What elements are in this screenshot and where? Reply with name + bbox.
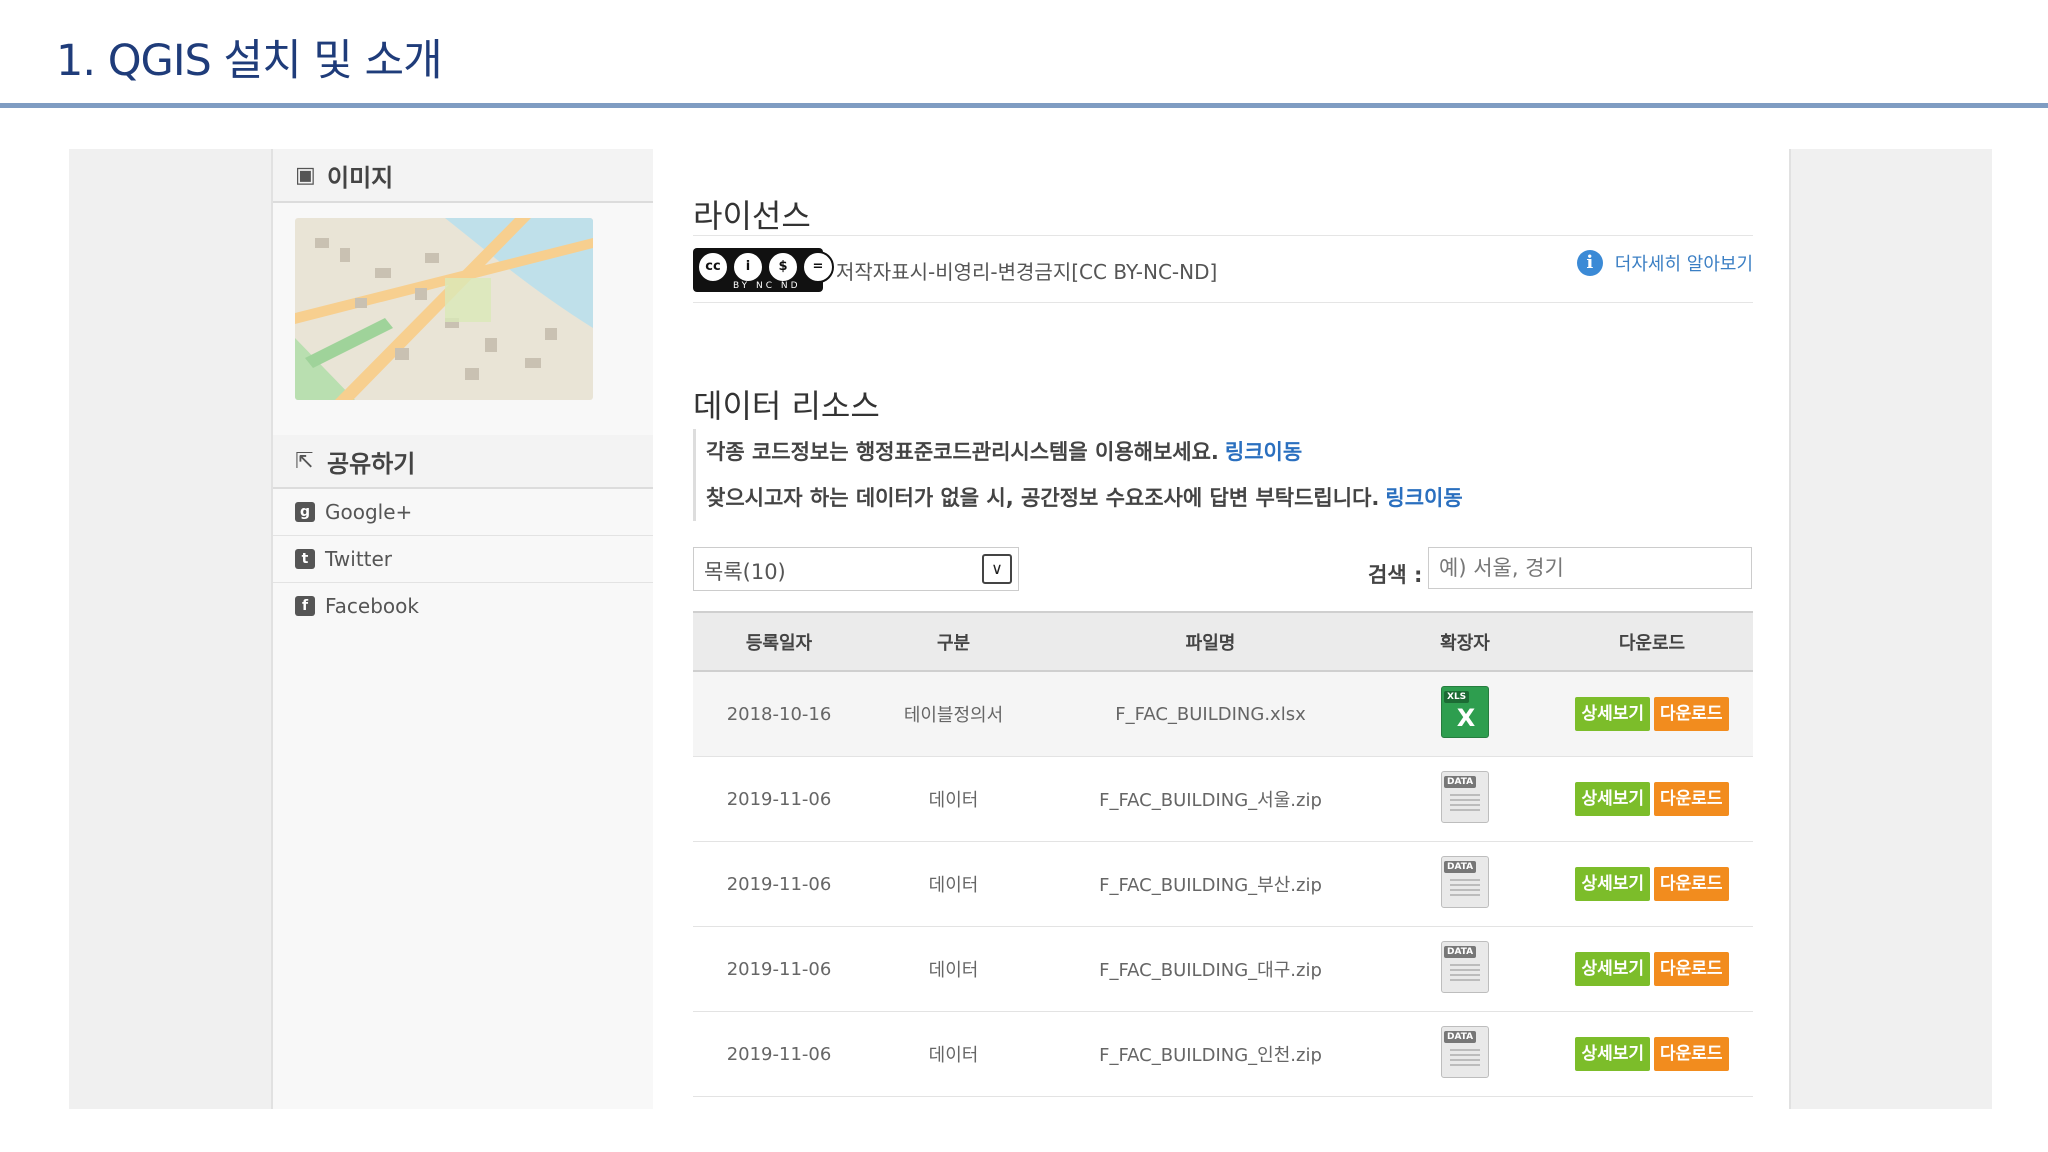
cc-license-badge[interactable]: cc i $ = BY NC ND <box>693 248 834 292</box>
nd-icon: = <box>802 251 834 283</box>
title-divider <box>0 103 2048 108</box>
license-text: 저작자표시-비영리-변경금지[CC BY-NC-ND] <box>836 260 1218 284</box>
table-row: 2019-11-06 데이터 F_FAC_BUILDING_부산.zip DAT… <box>693 841 1753 927</box>
share-item-label: Facebook <box>325 594 419 618</box>
data-file-icon: DATA <box>1441 855 1489 908</box>
notice-line-1: 각종 코드정보는 행정표준코드관리시스템을 이용해보세요. 링크이동 <box>706 440 1303 464</box>
slide-title: 1. QGIS 설치 및 소개 <box>56 36 443 86</box>
share-item-label: Google+ <box>325 500 413 524</box>
download-button[interactable]: 다운로드 <box>1654 782 1729 816</box>
resources-title: 데이터 리소스 <box>693 387 880 425</box>
page-size-select[interactable]: 목록(10) ∨ <box>693 547 1019 591</box>
row-date: 2019-11-06 <box>693 1011 865 1097</box>
row-type: 데이터 <box>865 1011 1042 1097</box>
cc-badge-sub: BY NC ND <box>733 281 801 291</box>
table-header-row: 등록일자 구분 파일명 확장자 다운로드 <box>693 611 1753 672</box>
nc-icon: $ <box>767 251 799 283</box>
table-row: 2019-11-06 데이터 F_FAC_BUILDING_인천.zip DAT… <box>693 1011 1753 1097</box>
data-file-icon: DATA <box>1441 940 1489 993</box>
row-filename: F_FAC_BUILDING_부산.zip <box>1042 841 1379 927</box>
row-type: 데이터 <box>865 841 1042 927</box>
row-date: 2019-11-06 <box>693 756 865 842</box>
search-label: 검색 : <box>1368 563 1423 587</box>
row-type: 테이블정의서 <box>865 671 1042 757</box>
map-thumbnail[interactable] <box>295 218 593 400</box>
google-plus-icon: g <box>295 502 315 522</box>
detail-button[interactable]: 상세보기 <box>1575 697 1650 731</box>
share-section-label: 공유하기 <box>327 449 416 478</box>
column-header-extension: 확장자 <box>1379 611 1551 672</box>
download-button[interactable]: 다운로드 <box>1654 867 1729 901</box>
link-move-2[interactable]: 링크이동 <box>1385 486 1462 510</box>
share-facebook[interactable]: f Facebook <box>273 583 653 629</box>
main-content: 라이선스 cc i $ = BY NC ND 저작자표시-비영리-변경금지[CC… <box>653 149 1789 1109</box>
notice-line-2: 찾으시고자 하는 데이터가 없을 시, 공간정보 수요조사에 답변 부탁드립니다… <box>706 486 1463 510</box>
resource-table: 등록일자 구분 파일명 확장자 다운로드 2018-10-16 테이블정의서 F… <box>693 611 1753 1097</box>
search-input[interactable] <box>1428 547 1752 589</box>
image-section-header: ▣ 이미지 <box>273 149 653 203</box>
license-more-link[interactable]: i 더자세히 알아보기 <box>1576 250 1753 276</box>
detail-button[interactable]: 상세보기 <box>1575 1037 1650 1071</box>
share-section-header: ⇱ 공유하기 <box>273 435 653 489</box>
column-header-download: 다운로드 <box>1551 611 1753 672</box>
select-value: 목록(10) <box>704 560 786 584</box>
share-item-label: Twitter <box>325 547 393 571</box>
download-button[interactable]: 다운로드 <box>1654 1037 1729 1071</box>
column-header-filename: 파일명 <box>1042 611 1379 672</box>
by-icon: i <box>732 251 764 283</box>
share-twitter[interactable]: t Twitter <box>273 536 653 583</box>
row-filename: F_FAC_BUILDING_서울.zip <box>1042 756 1379 842</box>
chevron-down-icon[interactable]: ∨ <box>982 554 1012 584</box>
row-date: 2018-10-16 <box>693 671 865 757</box>
row-type: 데이터 <box>865 926 1042 1012</box>
facebook-icon: f <box>295 596 315 616</box>
share-icon: ⇱ <box>295 448 314 474</box>
license-more-label: 더자세히 알아보기 <box>1614 254 1753 275</box>
table-row: 2019-11-06 데이터 F_FAC_BUILDING_서울.zip DAT… <box>693 756 1753 842</box>
content-right-border <box>1789 149 1791 1109</box>
detail-button[interactable]: 상세보기 <box>1575 867 1650 901</box>
row-date: 2019-11-06 <box>693 926 865 1012</box>
sidebar: ▣ 이미지 ⇱ 공유하기 g Google+ t Twitter f Faceb… <box>271 149 655 1109</box>
xls-file-icon: XLS X <box>1441 685 1489 738</box>
row-filename: F_FAC_BUILDING_인천.zip <box>1042 1011 1379 1097</box>
license-row: cc i $ = BY NC ND 저작자표시-비영리-변경금지[CC BY-N… <box>693 235 1753 303</box>
info-icon: i <box>1576 250 1603 276</box>
download-button[interactable]: 다운로드 <box>1654 697 1729 731</box>
twitter-icon: t <box>295 549 315 569</box>
cc-icon: cc <box>697 251 729 283</box>
detail-button[interactable]: 상세보기 <box>1575 952 1650 986</box>
row-filename: F_FAC_BUILDING_대구.zip <box>1042 926 1379 1012</box>
row-filename: F_FAC_BUILDING.xlsx <box>1042 671 1379 757</box>
data-file-icon: DATA <box>1441 770 1489 823</box>
license-title: 라이선스 <box>693 197 811 235</box>
row-type: 데이터 <box>865 756 1042 842</box>
image-section-label: 이미지 <box>327 163 394 192</box>
link-move-1[interactable]: 링크이동 <box>1225 440 1302 464</box>
column-header-date: 등록일자 <box>693 611 865 672</box>
data-file-icon: DATA <box>1441 1025 1489 1078</box>
row-date: 2019-11-06 <box>693 841 865 927</box>
table-row: 2019-11-06 데이터 F_FAC_BUILDING_대구.zip DAT… <box>693 926 1753 1012</box>
share-google-plus[interactable]: g Google+ <box>273 489 653 536</box>
table-row: 2018-10-16 테이블정의서 F_FAC_BUILDING.xlsx XL… <box>693 671 1753 757</box>
image-icon: ▣ <box>295 162 316 188</box>
column-header-type: 구분 <box>865 611 1042 672</box>
detail-button[interactable]: 상세보기 <box>1575 782 1650 816</box>
notice-box: 각종 코드정보는 행정표준코드관리시스템을 이용해보세요. 링크이동 찾으시고자 … <box>693 429 1466 521</box>
download-button[interactable]: 다운로드 <box>1654 952 1729 986</box>
